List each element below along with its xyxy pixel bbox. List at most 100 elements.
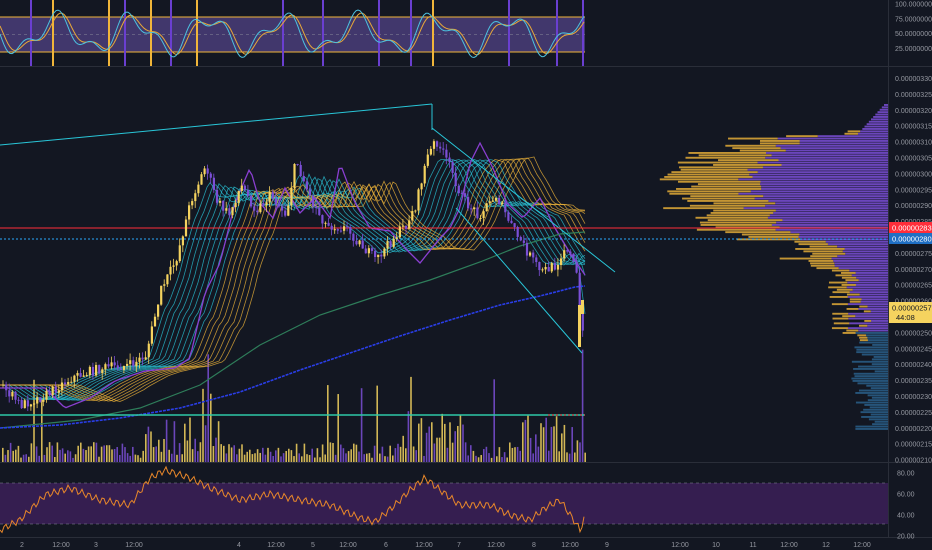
- candle-body: [113, 362, 116, 366]
- volume-bar: [220, 444, 222, 462]
- volume-profile-bar: [795, 248, 845, 250]
- volume-profile-bar: [667, 190, 751, 193]
- volume-bar: [38, 455, 40, 462]
- volume-profile-bar: [859, 293, 888, 296]
- volume-profile-bar: [831, 303, 848, 306]
- volume-bar: [298, 453, 300, 462]
- volume-profile-bar: [851, 360, 888, 363]
- candle-body: [507, 212, 510, 221]
- volume-profile-bar: [816, 267, 839, 270]
- volume-bar: [524, 419, 527, 462]
- volume-bar: [181, 454, 183, 462]
- stoch-axis-label: 75.00000000: [895, 16, 932, 23]
- time-axis-label: 2: [20, 542, 24, 549]
- volume-profile-bar: [858, 389, 888, 392]
- volume-bar: [184, 423, 186, 462]
- volume-profile-bar: [786, 135, 818, 138]
- main-price-pane[interactable]: [0, 67, 888, 462]
- volume-bar: [316, 448, 319, 462]
- price-axis-label: 0.00000210: [895, 458, 932, 465]
- candle-body: [352, 233, 355, 241]
- volume-profile-bar: [691, 185, 762, 188]
- volume-bar: [548, 450, 550, 462]
- candle-body: [166, 274, 169, 285]
- volume-profile-bar: [768, 200, 888, 202]
- volume-bar: [470, 445, 472, 462]
- volume-bar: [28, 456, 30, 462]
- volume-bar: [223, 445, 225, 462]
- volume-profile-bar: [799, 142, 888, 145]
- time-axis[interactable]: 2 12:00 3 12:00 4 12:00 5 12:00 6 12:00 7 12:00 8 12:…: [20, 542, 871, 549]
- volume-profile-bar: [831, 269, 850, 272]
- candle-body: [157, 304, 160, 317]
- volume-bar: [7, 450, 9, 462]
- volume-profile-bar: [664, 176, 753, 178]
- volume-profile-bar: [852, 288, 888, 291]
- volume-bar: [22, 454, 25, 462]
- volume-bar: [444, 423, 446, 462]
- candle-body: [315, 206, 318, 209]
- volume-bar: [100, 446, 103, 462]
- volume-bar: [178, 443, 181, 462]
- stoch-axis-label: 50.00000000: [895, 31, 932, 38]
- candle-body: [569, 251, 572, 254]
- candle-body: [358, 240, 361, 245]
- candle-body: [380, 254, 383, 257]
- time-axis-label: 11: [749, 542, 756, 549]
- volume-profile-bar: [855, 272, 888, 274]
- candle-body: [336, 229, 339, 231]
- volume-profile-bar: [849, 291, 888, 294]
- volume-bar: [124, 447, 126, 462]
- trading-chart[interactable]: 100.00000000 75.00000000 50.00000000 25.000…: [0, 0, 932, 550]
- volume-bar: [238, 448, 241, 462]
- volume-bar: [436, 437, 438, 462]
- candle-body: [8, 390, 11, 397]
- price-axis[interactable]: 0.00000330 0.00000325 0.00000320 0.00000315…: [895, 76, 932, 465]
- price-axis-label: 0.00000235: [895, 378, 932, 385]
- volume-bar: [301, 456, 303, 462]
- candle-body: [222, 200, 225, 211]
- volume-bar: [77, 445, 79, 462]
- price-axis-label: 0.00000330: [895, 76, 932, 83]
- volume-profile-bar: [713, 209, 776, 212]
- volume-bar: [17, 445, 20, 462]
- volume-profile-bar: [688, 152, 767, 154]
- volume-profile-bar: [881, 106, 888, 109]
- volume-profile-bar: [687, 200, 769, 202]
- volume-profile-bar: [699, 221, 777, 224]
- volume-bar: [355, 444, 358, 462]
- volume-bar: [314, 457, 316, 462]
- volume-profile-bar: [810, 264, 835, 267]
- volume-profile-bar: [803, 250, 843, 253]
- volume-profile-bar: [779, 257, 832, 260]
- volume-profile-bar: [838, 267, 888, 270]
- volume-profile-bar: [841, 276, 857, 279]
- volume-profile-bar: [690, 195, 764, 198]
- volume-bar: [228, 444, 230, 462]
- volume-profile-bar: [859, 305, 868, 308]
- volume-profile-bar: [833, 260, 888, 262]
- volume-profile-bar: [765, 204, 888, 207]
- volume-bar: [98, 456, 100, 462]
- volume-bar: [449, 422, 451, 462]
- volume-bar: [33, 379, 35, 462]
- volume-bar: [241, 444, 243, 462]
- stoch-signal-marker: [282, 0, 284, 66]
- volume-profile-bar: [767, 216, 888, 219]
- price-axis-label: 0.00000240: [895, 362, 932, 369]
- volume-profile-bar: [848, 312, 888, 315]
- candle-body: [265, 202, 268, 206]
- volume-profile-bar: [855, 425, 888, 428]
- price-axis-label: 0.00000215: [895, 442, 932, 449]
- volume-profile-bar: [669, 192, 739, 195]
- volume-bar: [173, 421, 176, 462]
- candle-body: [538, 262, 541, 271]
- volume-profile-bar: [847, 327, 888, 330]
- volume-profile-bar: [766, 152, 888, 154]
- volume-profile-bar: [842, 332, 856, 334]
- candle-body: [14, 391, 17, 400]
- volume-profile-bar: [849, 300, 861, 303]
- volume-profile-bar: [798, 236, 888, 238]
- volume-bar: [566, 452, 568, 462]
- candle-body: [259, 203, 262, 213]
